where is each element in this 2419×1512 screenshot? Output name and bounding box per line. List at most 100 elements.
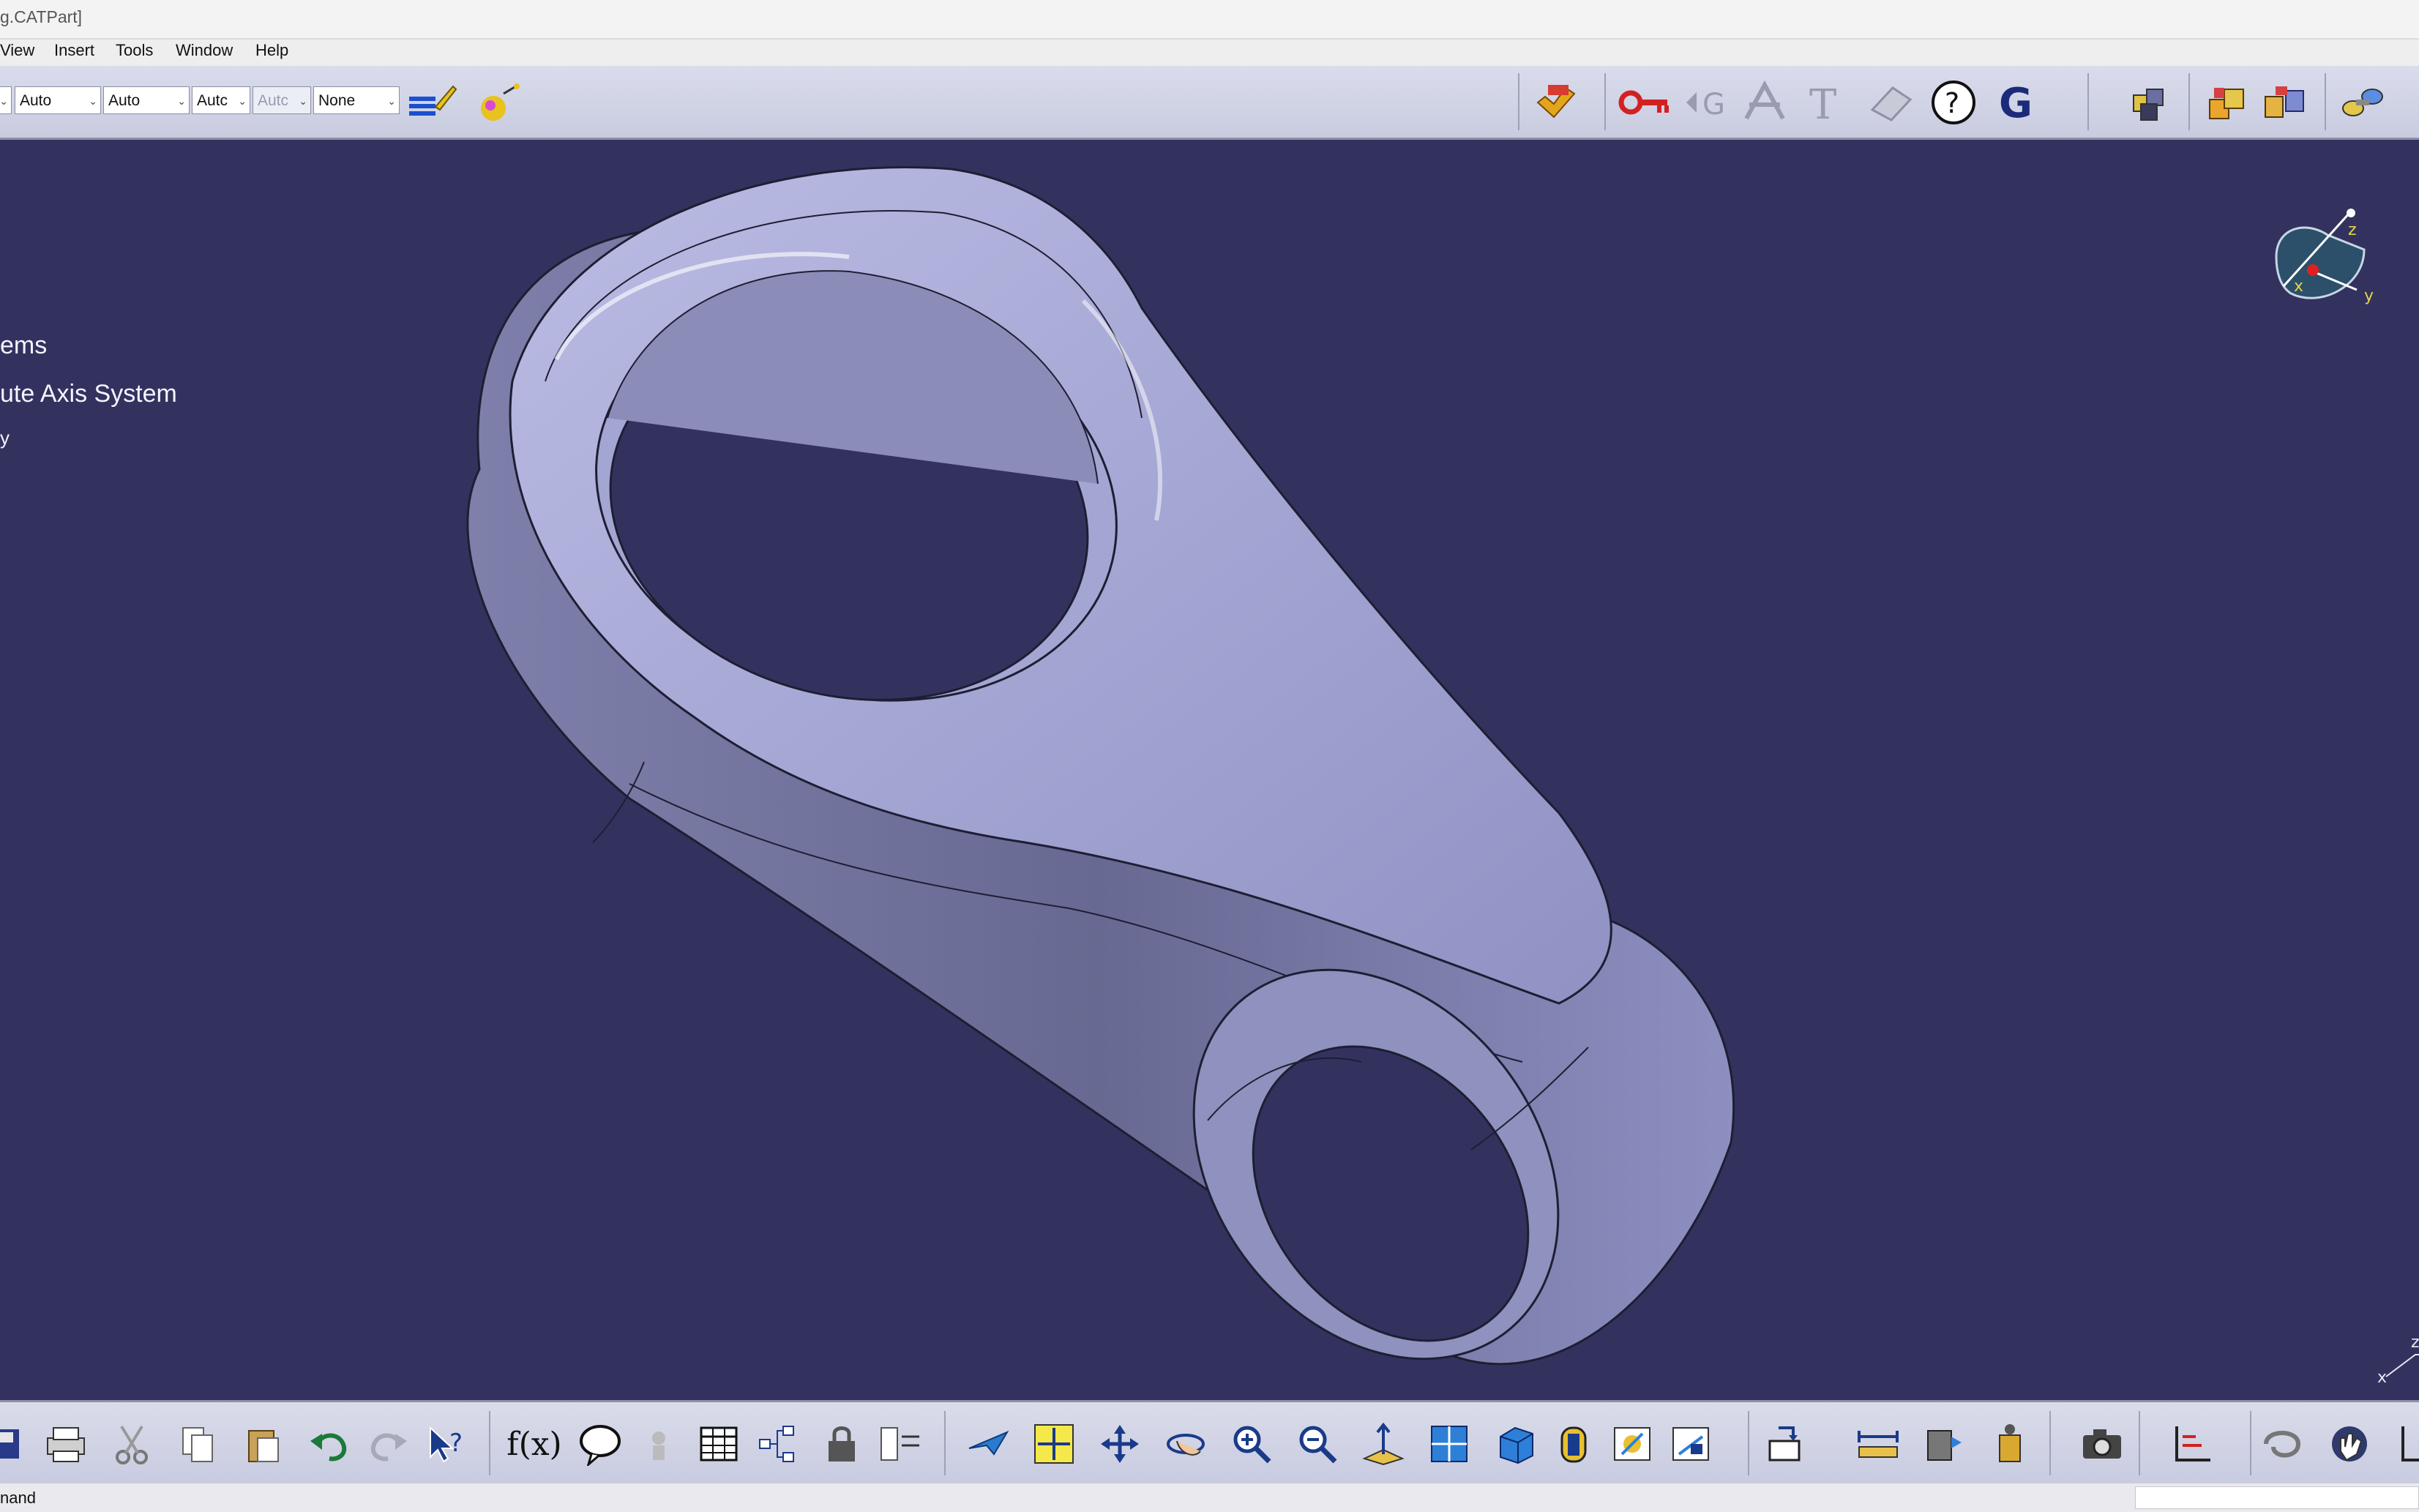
hierarchy-icon[interactable] (748, 1418, 807, 1470)
point-symbol-value: Autc (197, 92, 228, 109)
multi-view-icon[interactable] (1420, 1418, 1478, 1470)
line-weight-value: Auto (108, 92, 141, 109)
paste-icon[interactable] (234, 1418, 293, 1470)
measure-icon[interactable] (1849, 1418, 1907, 1470)
list-icon[interactable] (871, 1418, 930, 1470)
line-weight-combo[interactable]: Auto ⌄ (103, 86, 190, 114)
toolbar-separator (1604, 73, 1606, 130)
svg-text:G: G (1999, 80, 2033, 126)
compass-x-label: x (2294, 277, 2303, 296)
layer-combo[interactable]: None ⌄ (313, 86, 400, 114)
fit-all-icon[interactable] (1025, 1418, 1083, 1470)
annotation-icon[interactable] (1739, 79, 1790, 126)
compass-z-label: z (2348, 221, 2357, 239)
analysis-icon[interactable] (1757, 1418, 1815, 1470)
catalog-icon[interactable] (2123, 79, 2178, 126)
svg-text:?: ? (1945, 87, 1959, 119)
transparency-combo[interactable]: Autc ⌄ (253, 86, 311, 114)
zoom-out-icon[interactable] (1288, 1418, 1347, 1470)
menu-tools[interactable]: Tools (116, 41, 153, 60)
iso-view-icon[interactable] (1486, 1418, 1544, 1470)
knowledge-icon[interactable]: G (1680, 79, 1736, 126)
menu-window[interactable]: Window (176, 41, 233, 60)
toolbar-separator (944, 1411, 946, 1475)
copy-icon[interactable] (168, 1418, 227, 1470)
toolbar-separator (2049, 1411, 2051, 1475)
rotate-icon[interactable] (1156, 1418, 1215, 1470)
layer-value: None (318, 92, 356, 109)
zoom-in-icon[interactable] (1222, 1418, 1281, 1470)
combo-partial[interactable]: ⌄ (0, 86, 12, 114)
toolbar-separator (1518, 73, 1519, 130)
pan-icon[interactable] (1091, 1418, 1149, 1470)
svg-text:G: G (1702, 88, 1725, 121)
render-style-icon[interactable] (1544, 1418, 1603, 1470)
normal-view-icon[interactable] (1354, 1418, 1413, 1470)
refresh-icon[interactable] (2253, 1418, 2311, 1470)
compass-y-label: y (2364, 287, 2374, 305)
top-toolbar: ⌄ Auto ⌄ Auto ⌄ Autc ⌄ Autc ⌄ None ⌄ G T ? G (0, 66, 2419, 140)
toolbar-separator (2087, 73, 2089, 130)
cut-icon[interactable] (102, 1418, 161, 1470)
mass-icon[interactable] (1981, 1418, 2039, 1470)
whats-this-icon[interactable]: ? (417, 1418, 476, 1470)
save-icon[interactable] (0, 1418, 22, 1470)
axis-x-label: x (2377, 1369, 2387, 1387)
menu-view[interactable]: View (0, 41, 34, 60)
paint-brush-icon[interactable] (406, 79, 457, 126)
title-bar: g.CATPart] (0, 0, 2419, 40)
print-icon[interactable] (37, 1418, 95, 1470)
undo-icon[interactable] (300, 1418, 359, 1470)
menu-help[interactable]: Help (255, 41, 288, 60)
formula-icon[interactable]: f(x) (505, 1418, 564, 1470)
menu-insert[interactable]: Insert (54, 41, 94, 60)
inertia-icon[interactable] (1915, 1418, 1973, 1470)
g-icon[interactable]: G (1992, 79, 2044, 126)
axis-triad-icon: x z (2377, 1333, 2419, 1387)
key-icon[interactable] (1618, 79, 1673, 126)
status-bar: nand (0, 1483, 2419, 1512)
boxes-split-icon[interactable] (2257, 79, 2313, 126)
help-icon[interactable]: ? (1928, 79, 1979, 126)
compass-icon[interactable]: x y z (2262, 206, 2379, 315)
menu-bar: View Insert Tools Window Help (0, 40, 2419, 66)
fly-icon[interactable] (959, 1418, 1017, 1470)
bolts-icon[interactable] (2335, 79, 2390, 126)
lock-icon[interactable] (812, 1418, 871, 1470)
toolbar-separator (1748, 1411, 1749, 1475)
status-text: nand (0, 1489, 36, 1507)
command-input[interactable] (2135, 1486, 2419, 1509)
text-icon[interactable]: T (1802, 79, 1853, 126)
point-symbol-combo[interactable]: Autc ⌄ (192, 86, 250, 114)
apply-material-icon[interactable] (474, 79, 526, 126)
publish-icon[interactable] (1530, 79, 1585, 126)
toolbar-separator (2139, 1411, 2140, 1475)
window-title: g.CATPart] (0, 7, 83, 26)
transparency-value: Autc (258, 92, 289, 109)
toolbar-separator (2250, 1411, 2251, 1475)
line-type-combo[interactable]: Auto ⌄ (15, 86, 101, 114)
eraser-icon[interactable] (1865, 79, 1921, 126)
line-type-value: Auto (20, 92, 52, 109)
toolbar-separator (2188, 73, 2190, 130)
swap-icon[interactable] (1661, 1418, 1720, 1470)
hide-show-icon[interactable] (1603, 1418, 1661, 1470)
svg-text:?: ? (449, 1429, 463, 1458)
hand-icon[interactable] (2320, 1418, 2379, 1470)
shield-icon[interactable] (629, 1418, 688, 1470)
part-model[interactable] (0, 140, 2419, 1400)
redo-icon[interactable] (359, 1418, 417, 1470)
capture-icon[interactable] (2073, 1418, 2131, 1470)
axis-z-label: z (2411, 1333, 2419, 1352)
bottom-toolbar: ? f(x) (0, 1400, 2419, 1486)
axis-icon[interactable] (2161, 1418, 2219, 1470)
toolbar-separator (489, 1411, 490, 1475)
table-icon[interactable] (689, 1418, 748, 1470)
ruler-icon[interactable] (2382, 1418, 2419, 1470)
boxes-icon[interactable] (2200, 79, 2256, 126)
toolbar-separator (2325, 73, 2326, 130)
comment-icon[interactable] (571, 1418, 629, 1470)
formula-label: f(x) (506, 1425, 562, 1463)
svg-text:T: T (1809, 81, 1836, 124)
3d-viewport[interactable]: ems ute Axis System y x y z x z (0, 140, 2419, 1400)
